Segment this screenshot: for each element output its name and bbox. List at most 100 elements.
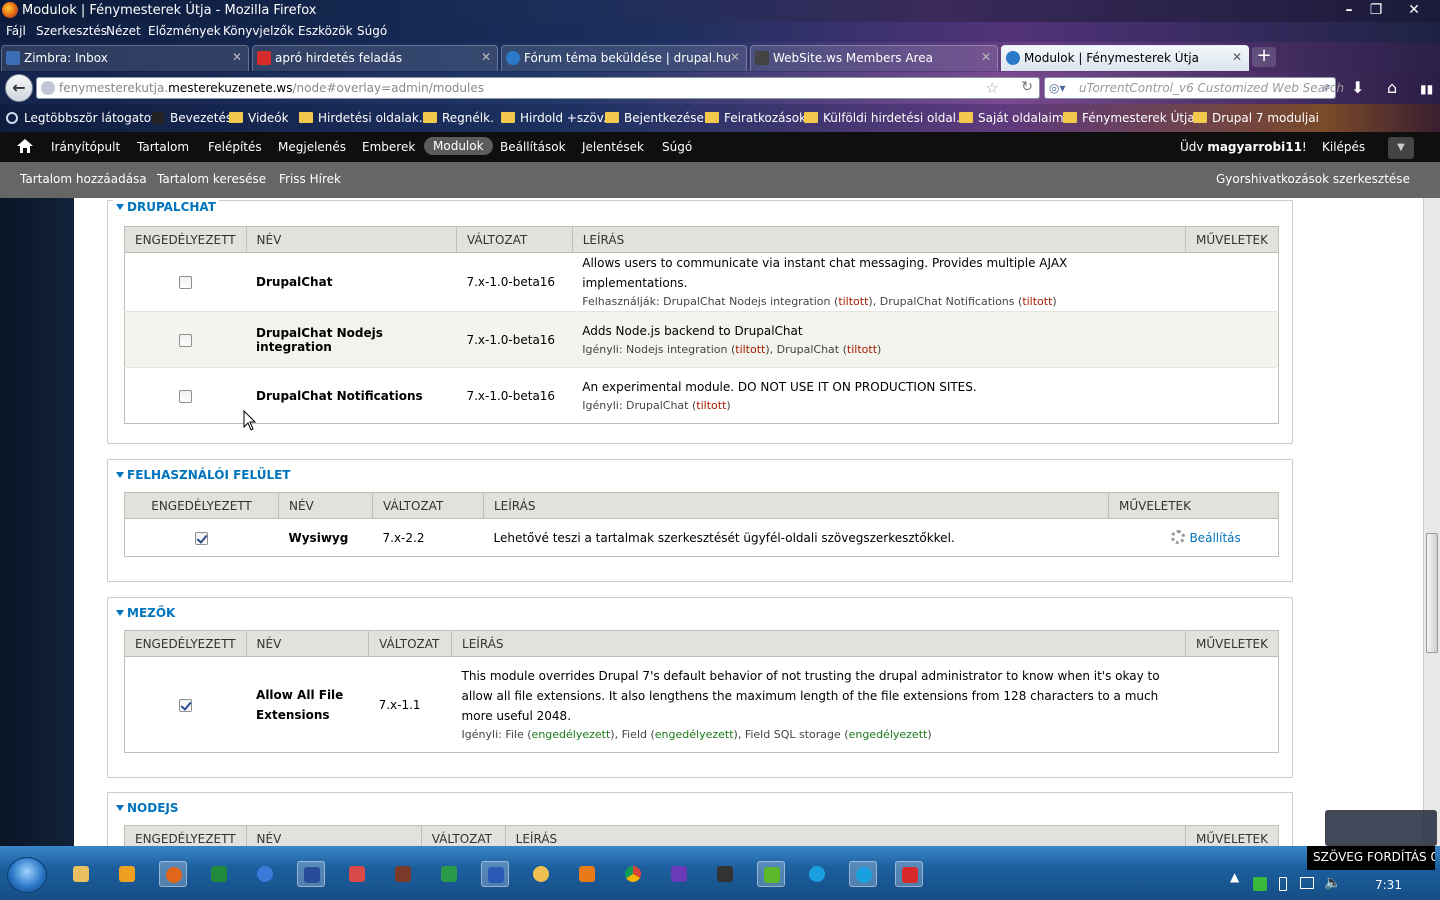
page-scrollbar[interactable] (1423, 198, 1440, 846)
close-tab-icon[interactable]: ✕ (1232, 50, 1242, 64)
taskbar-utorrent[interactable] (757, 861, 785, 887)
package-legend[interactable]: DRUPALCHAT (113, 200, 219, 214)
taskbar-app[interactable] (711, 861, 739, 887)
taskbar-app[interactable] (251, 861, 279, 887)
toolbar-dashboard[interactable]: Irányítópult (51, 140, 120, 154)
bookmark-folder[interactable]: Fénymesterek Útja. (1063, 111, 1199, 125)
enable-checkbox[interactable] (179, 333, 193, 347)
toolbar-content[interactable]: Tartalom (137, 140, 189, 154)
bookmark-folder[interactable]: Bejentkezések (605, 111, 711, 125)
package-legend[interactable]: MEZŐK (113, 606, 179, 620)
menu-file[interactable]: Fájl (6, 24, 26, 38)
system-clock[interactable]: 7:31 (1375, 878, 1402, 892)
reload-icon[interactable]: ↻ (1021, 79, 1033, 95)
tab-zimbra[interactable]: Zimbra: Inbox ✕ (1, 45, 249, 71)
search-bar[interactable]: ◎▾ uTorrentControl_v6 Customized Web Sea… (1044, 77, 1344, 99)
taskbar-excel[interactable] (435, 861, 463, 887)
bookmark-folder[interactable]: Drupal 7 moduljai (1193, 111, 1319, 125)
search-icon[interactable]: ⌕ (1323, 79, 1331, 95)
back-button[interactable]: ← (5, 74, 33, 102)
bookmark-folder[interactable]: Feiratkozások (705, 111, 806, 125)
taskbar-app[interactable] (573, 861, 601, 887)
close-tab-icon[interactable]: ✕ (481, 50, 491, 64)
menu-tools[interactable]: Eszközök (298, 24, 353, 38)
bookmark-folder[interactable]: Regnélk. (423, 111, 494, 125)
enable-checkbox[interactable] (179, 276, 193, 289)
menu-view[interactable]: Nézet (106, 24, 141, 38)
toolbar-modules[interactable]: Modulok (424, 137, 493, 155)
taskbar-chrome[interactable] (619, 861, 647, 887)
battery-icon[interactable] (1279, 877, 1287, 891)
desktop-gadget-widget[interactable] (1325, 810, 1437, 846)
enable-checkbox[interactable] (179, 389, 193, 403)
taskbar-skype[interactable] (849, 861, 877, 887)
shortcut-find-content[interactable]: Tartalom keresése (157, 172, 266, 186)
taskbar-explorer[interactable] (67, 861, 95, 887)
package-legend[interactable]: FELHASZNÁLÓI FELÜLET (113, 468, 294, 482)
bookmark-item[interactable]: Bevezetés (152, 111, 232, 125)
tab-modulok[interactable]: Modulok | Fénymesterek Útja ✕ (1001, 45, 1249, 71)
taskbar-visual-studio[interactable] (665, 861, 693, 887)
search-engine-icon[interactable]: ◎▾ (1049, 81, 1071, 95)
translation-gadget[interactable]: SZÖVEG FORDÍTÁS 0 (1307, 846, 1435, 870)
toolbar-help[interactable]: Súgó (662, 140, 692, 154)
taskbar-excel[interactable] (205, 861, 233, 887)
taskbar-app[interactable] (297, 861, 325, 887)
close-tab-icon[interactable]: ✕ (981, 50, 991, 64)
show-hidden-icons[interactable]: ▲ (1230, 870, 1239, 884)
shortcut-add-content[interactable]: Tartalom hozzáadása (20, 172, 147, 186)
home-icon[interactable]: ⌂ (1387, 78, 1397, 97)
close-window-button[interactable]: ✕ (1400, 0, 1428, 20)
logout-link[interactable]: Kilépés (1322, 140, 1365, 154)
toolbar-people[interactable]: Emberek (362, 140, 415, 154)
search-input[interactable]: uTorrentControl_v6 Customized Web Search (1079, 81, 1344, 95)
bookmark-folder[interactable]: Hirdold +szöv. (501, 111, 607, 125)
enable-checkbox[interactable] (179, 698, 193, 712)
username-link[interactable]: magyarrobi11 (1207, 140, 1302, 154)
tray-app-icon[interactable] (1253, 877, 1267, 891)
tab-forum[interactable]: Fórum téma beküldése | drupal.hu ✕ (501, 45, 747, 71)
toolbar-configuration[interactable]: Beállítások (500, 140, 566, 154)
site-identity-icon[interactable] (41, 81, 55, 95)
network-icon[interactable] (1300, 877, 1314, 889)
edit-shortcuts-link[interactable]: Gyorshivatkozások szerkesztése (1216, 172, 1410, 186)
toolbar-appearance[interactable]: Megjelenés (278, 140, 346, 154)
tab-website-ws[interactable]: WebSite.ws Members Area ✕ (750, 45, 998, 71)
menu-bookmarks[interactable]: Könyvjelzők (223, 24, 294, 38)
bookmark-most-visited[interactable]: Legtöbbször látogatott (6, 111, 161, 125)
package-legend[interactable]: NODEJS (113, 801, 182, 815)
configure-link[interactable]: Beállítás (1190, 531, 1241, 545)
taskbar-app[interactable] (895, 861, 923, 887)
menu-history[interactable]: Előzmények (148, 24, 221, 38)
shortcut-drawer-toggle[interactable]: ▼ (1388, 137, 1414, 159)
taskbar-skype[interactable] (803, 861, 831, 887)
start-button[interactable] (7, 857, 47, 893)
close-tab-icon[interactable]: ✕ (730, 50, 740, 64)
minimize-button[interactable]: – (1335, 0, 1363, 20)
taskbar-app[interactable] (389, 861, 417, 887)
scrollbar-thumb[interactable] (1426, 533, 1438, 653)
bookmark-folder[interactable]: Videók (229, 111, 289, 125)
new-tab-button[interactable]: + (1252, 47, 1276, 67)
bookmark-folder[interactable]: Saját oldalaim. (959, 111, 1067, 125)
toolbar-structure[interactable]: Felépítés (208, 140, 262, 154)
taskbar-app[interactable] (343, 861, 371, 887)
maximize-button[interactable]: ❐ (1362, 0, 1390, 20)
menu-edit[interactable]: Szerkesztés (36, 24, 107, 38)
toolbar-reports[interactable]: Jelentések (582, 140, 644, 154)
taskbar-app[interactable] (527, 861, 555, 887)
toolbar-overflow-icon[interactable]: ▮▮ (1420, 82, 1433, 96)
menu-help[interactable]: Súgó (357, 24, 387, 38)
shortcut-friss-hirek[interactable]: Friss Hírek (279, 172, 341, 186)
taskbar-media-player[interactable] (113, 861, 141, 887)
home-icon[interactable] (17, 139, 33, 153)
tab-apro-hirdetes[interactable]: apró hirdetés feladás ✕ (252, 45, 498, 71)
bookmark-folder[interactable]: Hirdetési oldalak. (299, 111, 423, 125)
taskbar-word[interactable] (481, 861, 509, 887)
taskbar-firefox[interactable] (159, 861, 187, 887)
bookmark-star-icon[interactable]: ☆ (986, 79, 999, 97)
bookmark-folder[interactable]: Külföldi hirdetési oldal... (804, 111, 967, 125)
download-icon[interactable]: ⬇ (1351, 78, 1364, 97)
url-bar[interactable]: fenymesterekutja.mesterekuzenete.ws/node… (36, 77, 1040, 99)
close-tab-icon[interactable]: ✕ (232, 50, 242, 64)
